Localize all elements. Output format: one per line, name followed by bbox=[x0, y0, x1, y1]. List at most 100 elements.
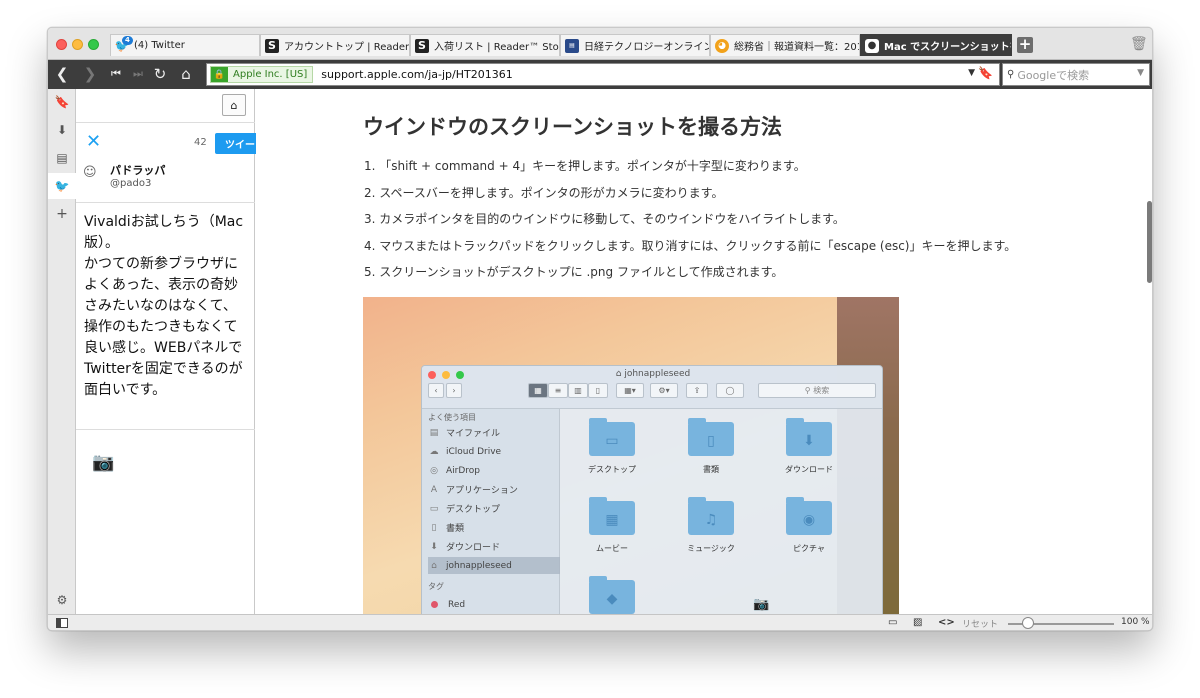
close-compose-button[interactable]: ✕ bbox=[86, 133, 101, 151]
sidebar-item-home: ⌂ johnappleseed bbox=[428, 557, 560, 574]
camera-pointer-icon: 📷 bbox=[753, 597, 770, 612]
tab-title: 入荷リスト | Reader™ Store bbox=[434, 42, 560, 53]
home-button[interactable]: ⌂ bbox=[176, 64, 196, 84]
my-files-icon: ▤ bbox=[429, 427, 439, 438]
certificate-label: Apple Inc. [US] bbox=[233, 69, 308, 80]
close-window-button[interactable] bbox=[56, 39, 67, 50]
divider bbox=[76, 202, 255, 203]
twitter-bird-icon: 🐦 4 bbox=[115, 35, 133, 53]
home-icon: ⌂ bbox=[181, 65, 191, 83]
browser-window: 🐦 4 (4) Twitter S アカウントトップ | Reader™ S 入荷… bbox=[47, 27, 1153, 631]
tab-bar: 🐦 4 (4) Twitter S アカウントトップ | Reader™ S 入荷… bbox=[48, 28, 1152, 60]
finder-titlebar: ⌂ johnappleseed ‹ › ▦ ≡ ▥ ▯ ▦▾ ⚙▾ ⇪ ◯ ⚲ … bbox=[422, 366, 882, 409]
tab-soumu[interactable]: ◕ 総務省｜報道資料一覧：201 bbox=[710, 34, 860, 56]
minimize-window-button[interactable] bbox=[72, 39, 83, 50]
movies-folder-icon: ▦ bbox=[589, 497, 635, 535]
bookmarks-panel-button[interactable]: 🔖 bbox=[48, 89, 76, 115]
chevron-down-icon[interactable]: ▼ bbox=[968, 68, 975, 78]
search-placeholder: Googleで検索 bbox=[1017, 68, 1090, 82]
character-count: 42 bbox=[194, 137, 207, 148]
documents-folder-icon: ▯ bbox=[688, 418, 734, 456]
step-text: マウスまたはトラックパッドをクリックします。取り消すには、クリックする前に「es… bbox=[379, 238, 1017, 253]
downloads-folder-icon: ⬇ bbox=[786, 418, 832, 456]
forward-button[interactable]: ❯ bbox=[80, 64, 100, 84]
sidebar-item-label: Red bbox=[448, 599, 466, 610]
search-input[interactable]: ⚲ Googleで検索 ▼ bbox=[1002, 63, 1150, 86]
list-item: 1. 「shift + command + 4」キーを押します。ポインタが十字型… bbox=[364, 159, 1016, 186]
icloud-icon: ☁ bbox=[429, 446, 439, 457]
zoom-window-button[interactable] bbox=[88, 39, 99, 50]
folder-movies: ▦ ムービー bbox=[582, 497, 642, 554]
url-text[interactable]: support.apple.com/ja-jp/HT201361 bbox=[321, 68, 512, 81]
page-actions-icon[interactable]: <> bbox=[938, 617, 955, 628]
folder-downloads: ⬇ ダウンロード bbox=[779, 418, 839, 475]
notes-panel-button[interactable]: ▤ bbox=[48, 145, 76, 171]
airdrop-icon: ◎ bbox=[430, 465, 438, 476]
tab-nikkei[interactable]: ▤ 日経テクノロジーオンライン bbox=[560, 34, 710, 56]
panel-toggle-icon[interactable] bbox=[56, 618, 68, 628]
folder-label: ムービー bbox=[596, 544, 628, 553]
step-text: カメラポインタを目的のウインドウに移動して、そのウインドウをハイライトします。 bbox=[379, 212, 845, 226]
new-tab-button[interactable]: + bbox=[1017, 37, 1033, 53]
reload-button[interactable]: ↻ bbox=[150, 64, 170, 84]
column-view-button: ▥ bbox=[568, 383, 588, 398]
user-handle: @pado3 bbox=[110, 178, 152, 189]
finder-forward-button: › bbox=[446, 383, 462, 398]
step-number: 5. bbox=[364, 265, 376, 279]
sidebar-item-icloud: ☁ iCloud Drive bbox=[428, 443, 560, 460]
sidebar-item-desktop: ▭ デスクトップ bbox=[428, 500, 560, 517]
action-gear-icon: ⚙▾ bbox=[650, 383, 678, 398]
avatar[interactable]: ☺ bbox=[83, 165, 101, 185]
tweet-compose-textarea[interactable]: Vivaldiお試しちう（Mac版）。 かつての新参ブラウザによくあった、表示の… bbox=[84, 212, 250, 401]
twitter-bird-icon: 🐦 bbox=[54, 179, 70, 193]
list-item: 5. スクリーンショットがデスクトップに .png ファイルとして作成されます。 bbox=[364, 265, 1016, 292]
gear-icon: ⚙ bbox=[56, 593, 68, 607]
reload-icon: ↻ bbox=[153, 65, 167, 83]
tab-reader-arrivals[interactable]: S 入荷リスト | Reader™ Store bbox=[410, 34, 560, 56]
downloads-icon: ⬇ bbox=[430, 541, 438, 552]
tab-reader-account[interactable]: S アカウントトップ | Reader™ bbox=[260, 34, 410, 56]
apple-icon: ● bbox=[865, 38, 879, 53]
home-icon: ⌂ bbox=[431, 560, 437, 571]
sidebar-item-tag-red: Red bbox=[428, 596, 560, 613]
fast-forward-button[interactable]: ⏭ bbox=[128, 64, 148, 84]
folder-label: デスクトップ bbox=[588, 465, 636, 474]
trash-icon[interactable]: 🗑 bbox=[1130, 36, 1148, 52]
folder-label: ピクチャ bbox=[793, 544, 825, 553]
zoom-reset-button[interactable]: リセット bbox=[962, 617, 998, 630]
tag-icon: ◯ bbox=[716, 383, 744, 398]
sidebar-item-label: iCloud Drive bbox=[446, 446, 502, 457]
url-field[interactable]: 🔒 Apple Inc. [US] support.apple.com/ja-j… bbox=[206, 63, 1000, 86]
tab-apple-support[interactable]: ● Mac でスクリーンショットを bbox=[860, 34, 1012, 56]
page-tiling-icon[interactable]: ▭ bbox=[888, 617, 897, 628]
search-icon: ⚲ bbox=[1007, 69, 1015, 80]
sidebar-item-label: johnappleseed bbox=[446, 560, 512, 571]
back-button[interactable]: ❮ bbox=[52, 64, 72, 84]
chevron-right-icon: ❯ bbox=[83, 65, 97, 83]
lock-icon: 🔒 bbox=[211, 67, 228, 82]
panel-home-button[interactable]: ⌂ bbox=[222, 94, 246, 116]
tab-twitter[interactable]: 🐦 4 (4) Twitter bbox=[110, 34, 260, 56]
downloads-panel-button[interactable]: ⬇ bbox=[48, 117, 76, 143]
step-text: スクリーンショットがデスクトップに .png ファイルとして作成されます。 bbox=[379, 265, 784, 279]
chevron-down-icon[interactable]: ▼ bbox=[1137, 68, 1144, 78]
add-panel-button[interactable]: + bbox=[48, 201, 76, 227]
settings-button[interactable]: ⚙ bbox=[48, 587, 76, 613]
twitter-panel-button[interactable]: 🐦 bbox=[48, 173, 76, 199]
image-toggle-icon[interactable]: ▨ bbox=[913, 617, 922, 628]
certificate-badge[interactable]: 🔒 Apple Inc. [US] bbox=[210, 66, 314, 83]
vertical-scrollbar[interactable] bbox=[1147, 201, 1152, 283]
camera-icon[interactable]: 📷 bbox=[92, 452, 114, 473]
sidebar-item-label: マイファイル bbox=[446, 429, 501, 439]
sidebar-item-airdrop: ◎ AirDrop bbox=[428, 462, 560, 479]
zoom-slider-handle[interactable] bbox=[1022, 617, 1034, 629]
rewind-icon: ⏮ bbox=[111, 67, 121, 80]
sidebar-item-label: アプリケーション bbox=[446, 486, 518, 496]
bookmark-icon[interactable]: 🔖 bbox=[978, 66, 993, 80]
documents-icon: ▯ bbox=[431, 522, 437, 533]
step-number: 3. bbox=[364, 212, 376, 226]
arrange-button: ▦▾ bbox=[616, 383, 644, 398]
rewind-button[interactable]: ⏮ bbox=[106, 64, 126, 84]
folder-label: ダウンロード bbox=[785, 465, 833, 474]
folder-label: ミュージック bbox=[687, 544, 735, 553]
